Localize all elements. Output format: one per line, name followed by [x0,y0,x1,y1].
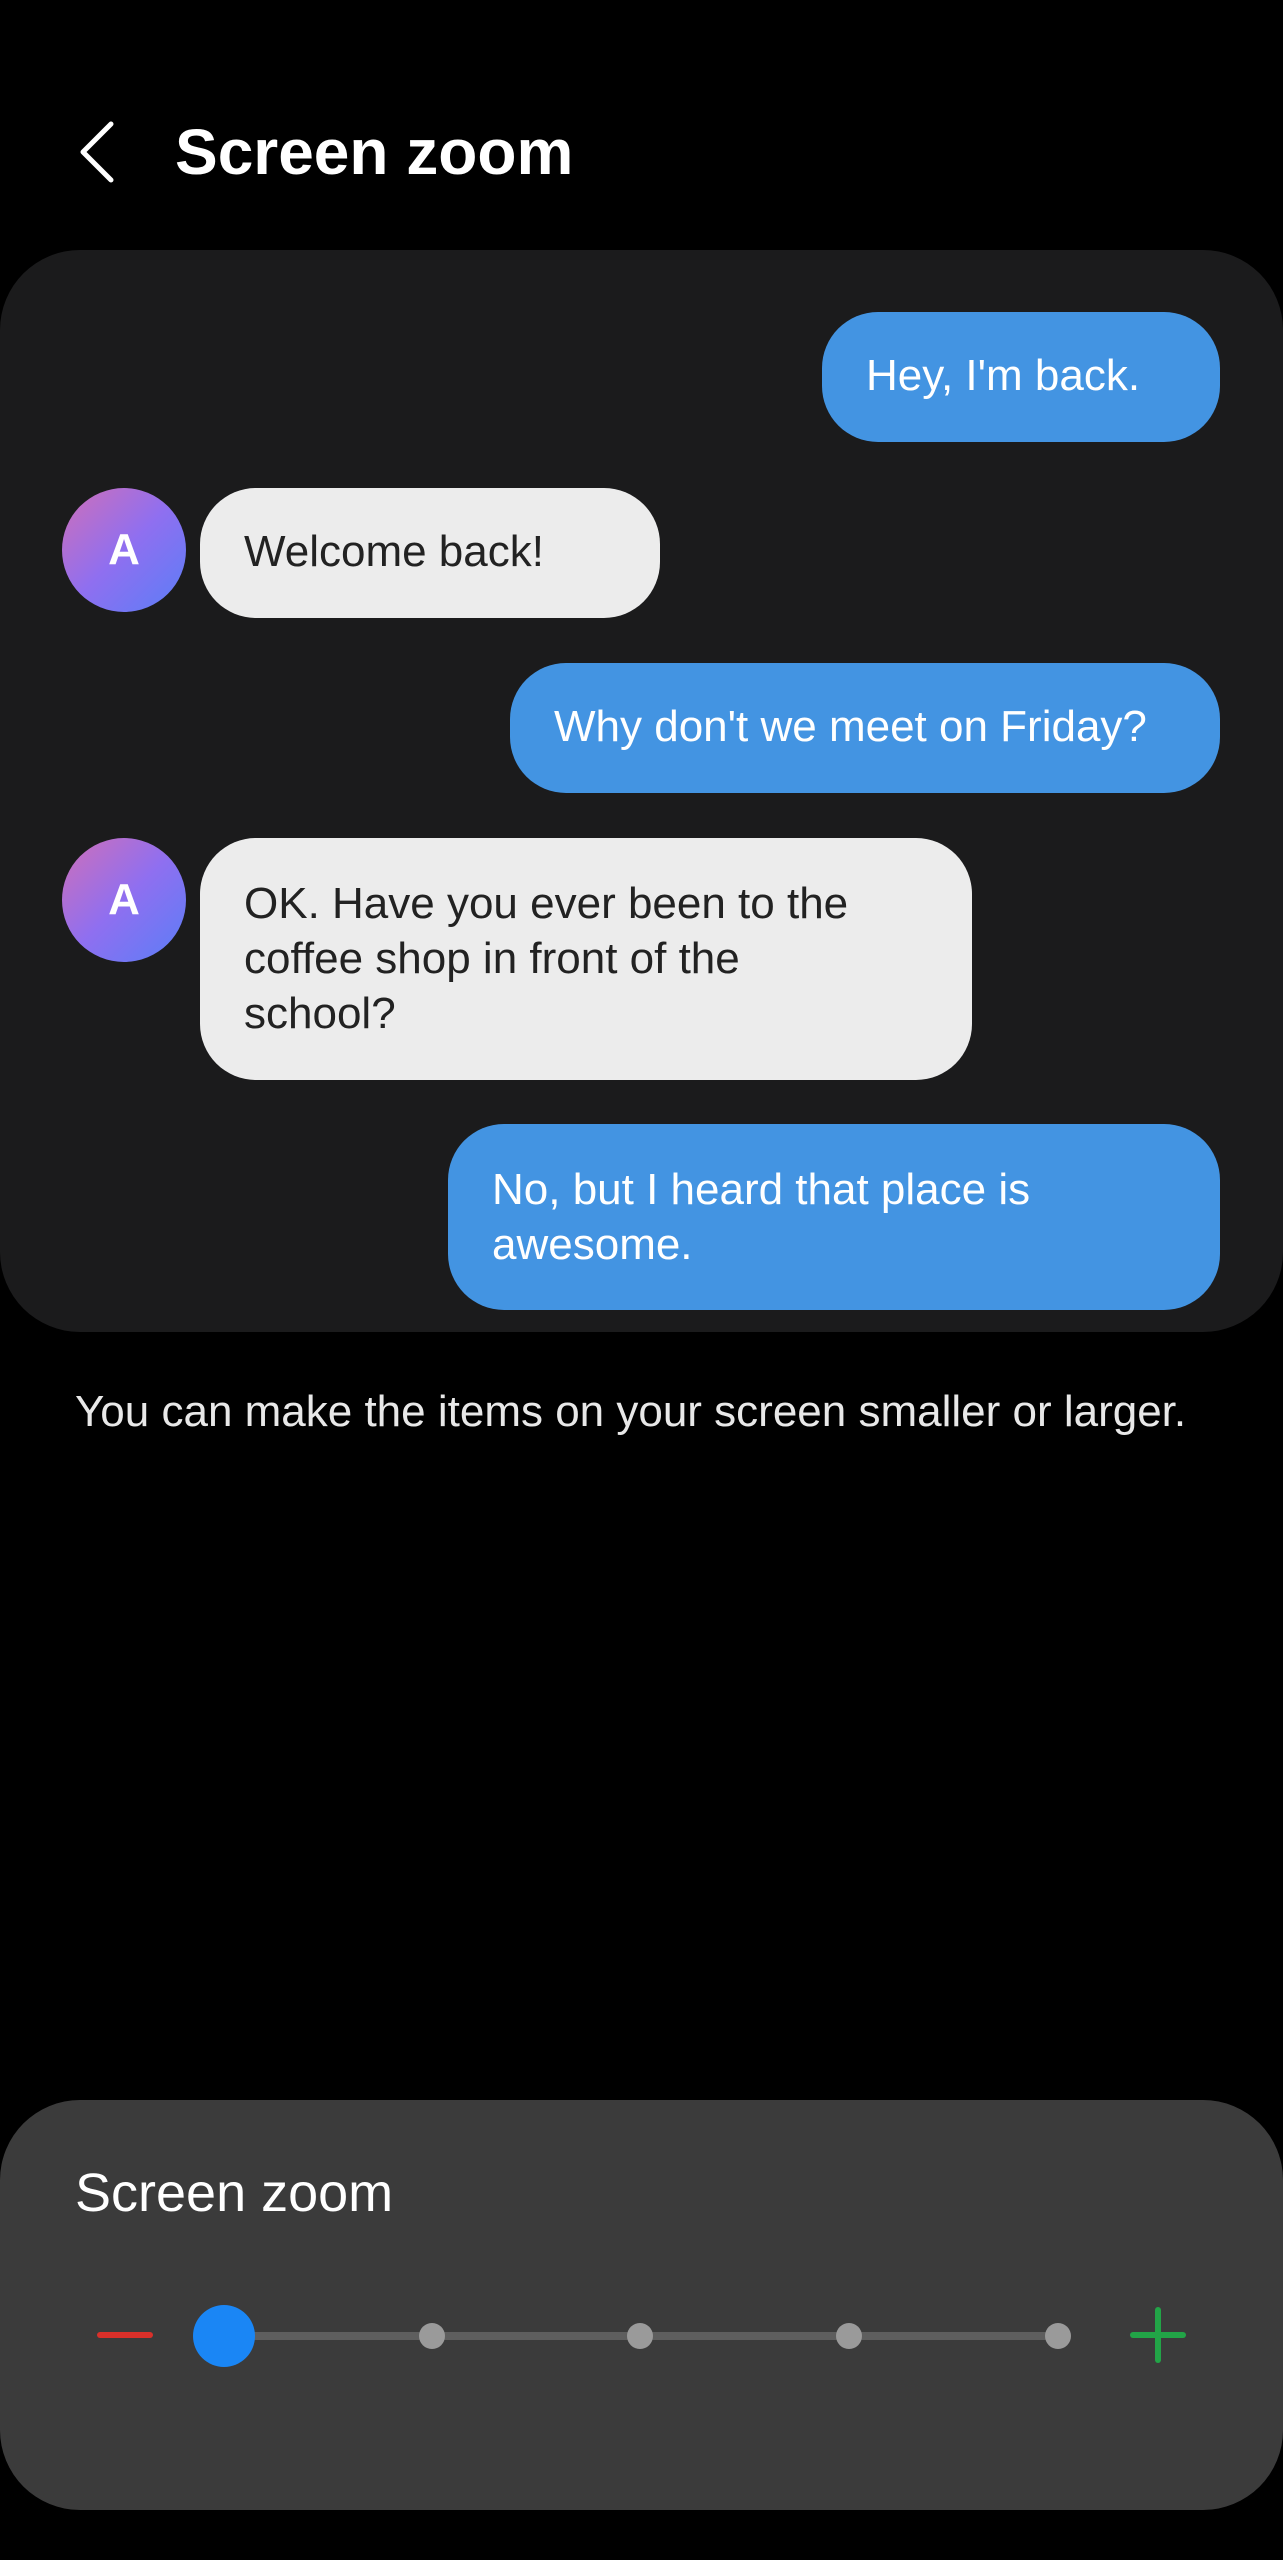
zoom-preview: Hey, I'm back. A Welcome back! Why don't… [0,250,1283,1332]
message-text: Why don't we meet on Friday? [554,702,1147,751]
plus-icon [1130,2307,1186,2363]
outgoing-message: Why don't we meet on Friday? [510,663,1220,793]
chevron-left-icon [80,121,114,183]
back-button[interactable] [62,112,132,192]
zoom-level-dot[interactable] [836,2323,862,2349]
zoom-out-button[interactable] [90,2300,160,2370]
incoming-message: Welcome back! [200,488,660,618]
message-text: Welcome back! [244,527,544,576]
zoom-in-button[interactable] [1123,2300,1193,2370]
avatar: A [62,838,186,962]
outgoing-message: Hey, I'm back. [822,312,1220,442]
avatar: A [62,488,186,612]
zoom-title: Screen zoom [75,2163,394,2223]
zoom-level-dot[interactable] [627,2323,653,2349]
header: Screen zoom [0,90,1283,210]
zoom-panel: Screen zoom [0,2100,1283,2510]
zoom-level-dot[interactable] [419,2323,445,2349]
message-text: OK. Have you ever been to the coffee sho… [244,879,849,1038]
zoom-slider-thumb[interactable] [193,2305,255,2367]
page-title: Screen zoom [175,116,574,188]
incoming-message: OK. Have you ever been to the coffee sho… [200,838,972,1080]
description-text: You can make the items on your screen sm… [75,1387,1187,1436]
avatar-letter: A [108,525,140,574]
message-text: No, but I heard that place is awesome. [492,1165,1031,1269]
minus-icon [97,2332,153,2338]
zoom-level-dot[interactable] [1045,2323,1071,2349]
outgoing-message: No, but I heard that place is awesome. [448,1124,1220,1310]
avatar-letter: A [108,875,140,924]
message-text: Hey, I'm back. [866,351,1141,400]
